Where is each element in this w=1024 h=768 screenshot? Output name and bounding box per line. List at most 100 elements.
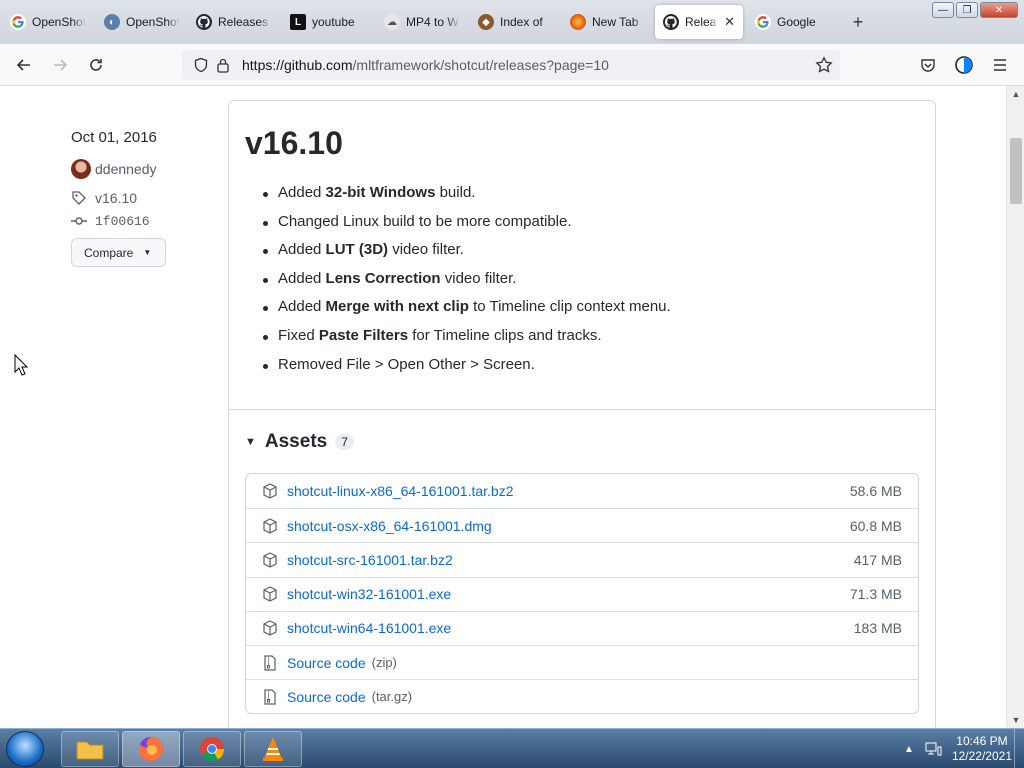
account-button[interactable] xyxy=(951,53,977,77)
taskbar-explorer[interactable] xyxy=(61,731,119,767)
scrollbar-thumb[interactable] xyxy=(1010,138,1022,204)
release-title[interactable]: v16.10 xyxy=(245,125,343,162)
note-item: Added Merge with next clip to Timeline c… xyxy=(263,293,671,322)
note-item: Added LUT (3D) video filter. xyxy=(263,236,671,265)
note-item: Removed File > Open Other > Screen. xyxy=(263,351,671,380)
divider xyxy=(229,409,935,410)
forward-button[interactable] xyxy=(47,53,73,77)
minimize-button[interactable]: — xyxy=(932,2,954,18)
tab-strip: OpenShot ◐ OpenShot Releases L youtube ☁… xyxy=(0,0,1024,44)
bookmark-star-icon[interactable] xyxy=(814,55,834,75)
github-icon xyxy=(663,14,679,30)
lock-icon[interactable] xyxy=(214,56,232,74)
scroll-up-icon[interactable]: ▲ xyxy=(1011,89,1021,99)
url-bar[interactable]: https://github.com/mltframework/shotcut/… xyxy=(182,50,840,80)
new-tab-button[interactable]: + xyxy=(846,10,870,34)
close-window-button[interactable]: ✕ xyxy=(980,2,1018,18)
tab-8[interactable]: Google xyxy=(747,5,839,39)
asset-row: shotcut-linux-x86_64-161001.tar.bz2 58.6… xyxy=(246,474,918,508)
asset-size: 417 MB xyxy=(853,551,902,568)
scroll-down-icon[interactable]: ▼ xyxy=(1011,715,1021,725)
asset-link[interactable]: shotcut-win32-161001.exe xyxy=(287,586,451,602)
asset-link[interactable]: Source code xyxy=(287,655,366,671)
package-icon xyxy=(263,518,277,534)
reload-icon xyxy=(90,59,102,71)
google-icon xyxy=(755,14,771,30)
package-icon xyxy=(263,620,277,637)
release-tag[interactable]: v16.10 xyxy=(71,190,137,206)
commit-hash[interactable]: 1f00616 xyxy=(95,214,150,229)
url-text: https://github.com/mltframework/shotcut/… xyxy=(242,57,609,73)
asset-link[interactable]: shotcut-linux-x86_64-161001.tar.bz2 xyxy=(287,483,513,499)
asset-link[interactable]: Source code xyxy=(287,689,366,705)
start-button[interactable] xyxy=(6,731,44,767)
asset-link[interactable]: shotcut-osx-x86_64-161001.dmg xyxy=(287,518,492,534)
release-author[interactable]: ddennedy xyxy=(71,159,157,179)
mouse-pointer-icon xyxy=(14,354,28,376)
tab-6[interactable]: New Tab xyxy=(562,5,654,39)
triangle-down-icon: ▼ xyxy=(245,436,256,448)
asset-row: shotcut-osx-x86_64-161001.dmg 60.8 MB xyxy=(246,508,918,542)
show-desktop-button[interactable] xyxy=(1014,729,1024,768)
compare-button[interactable]: Compare ▼ xyxy=(71,238,166,267)
taskbar-chrome[interactable] xyxy=(183,731,241,767)
tag-label[interactable]: v16.10 xyxy=(95,190,137,206)
package-icon xyxy=(263,483,277,499)
shield-icon[interactable] xyxy=(192,56,210,74)
openshot-icon: ◐ xyxy=(104,14,120,30)
vertical-scrollbar[interactable]: ▲ ▼ xyxy=(1006,86,1024,728)
asset-size: 60.8 MB xyxy=(849,517,902,534)
package-icon xyxy=(263,552,277,568)
commit-icon xyxy=(71,217,87,225)
tab-1[interactable]: ◐ OpenShot xyxy=(96,5,188,39)
release-commit[interactable]: 1f00616 xyxy=(71,213,150,229)
assets-toggle[interactable]: ▼ Assets 7 xyxy=(245,431,354,453)
firefox-icon xyxy=(138,737,163,761)
close-tab-icon[interactable]: ✕ xyxy=(724,14,735,30)
asset-row: shotcut-win32-161001.exe 71.3 MB xyxy=(246,576,918,611)
taskbar-vlc[interactable] xyxy=(244,731,302,767)
assets-count-badge: 7 xyxy=(335,434,354,450)
network-icon[interactable] xyxy=(924,741,942,757)
back-arrow-icon xyxy=(16,59,30,71)
asset-link[interactable]: shotcut-src-161001.tar.bz2 xyxy=(287,552,453,568)
vlc-icon xyxy=(263,737,283,761)
author-name[interactable]: ddennedy xyxy=(95,161,157,177)
back-button[interactable] xyxy=(11,53,37,77)
bookmark-icon: L xyxy=(290,14,306,30)
note-item: Changed Linux build to be more compatibl… xyxy=(263,208,671,237)
taskbar-firefox[interactable] xyxy=(122,731,180,767)
asset-row: shotcut-win64-161001.exe 183 MB xyxy=(246,610,918,645)
assets-list: shotcut-linux-x86_64-161001.tar.bz2 58.6… xyxy=(245,473,919,715)
clock[interactable]: 10:46 PM 12/22/2021 xyxy=(952,734,1012,764)
tab-3[interactable]: L youtube xyxy=(282,5,374,39)
package-icon xyxy=(263,586,277,602)
hamburger-menu-icon xyxy=(994,59,1006,71)
release-notes: Added 32-bit Windows build. Changed Linu… xyxy=(263,179,671,379)
asset-size: 183 MB xyxy=(853,620,902,637)
chrome-icon xyxy=(200,737,224,762)
restore-button[interactable]: ❐ xyxy=(956,2,978,18)
firefox-icon xyxy=(570,14,586,30)
tab-0[interactable]: OpenShot xyxy=(2,5,94,39)
folder-icon xyxy=(76,741,104,760)
menu-button[interactable] xyxy=(987,53,1013,77)
asset-size: 71.3 MB xyxy=(849,586,902,603)
reload-button[interactable] xyxy=(83,53,109,77)
page-content: Oct 01, 2016 ddennedy v16.10 1f00616 Com… xyxy=(0,86,1006,728)
tray-expand-icon[interactable]: ▲ xyxy=(904,744,914,755)
note-item: Added Lens Correction video filter. xyxy=(263,265,671,294)
avatar[interactable] xyxy=(71,159,91,179)
tab-5[interactable]: ◆ Index of xyxy=(470,5,562,39)
google-icon xyxy=(10,14,26,30)
window-controls: — ❐ ✕ xyxy=(932,2,1018,18)
release-date: Oct 01, 2016 xyxy=(71,129,157,146)
file-zip-icon xyxy=(264,654,276,671)
asset-size: 58.6 MB xyxy=(849,483,902,500)
pocket-button[interactable] xyxy=(915,53,941,77)
asset-link[interactable]: shotcut-win64-161001.exe xyxy=(287,620,451,636)
tab-7-active[interactable]: Releases ✕ xyxy=(655,5,743,39)
forward-arrow-icon xyxy=(54,59,68,71)
tab-4[interactable]: ☁ MP4 to W xyxy=(376,5,468,39)
tab-2[interactable]: Releases xyxy=(188,5,280,39)
